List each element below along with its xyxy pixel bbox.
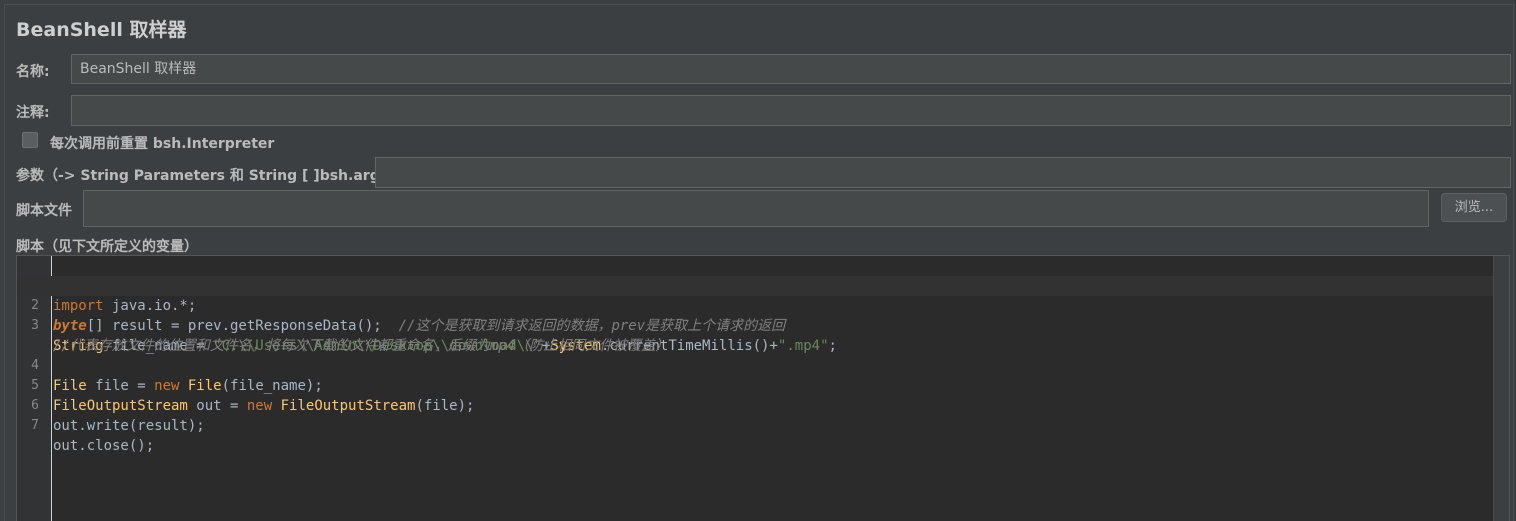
code-line: 1 import java.io.*; [17,256,1493,314]
code-line: 7 out.close(); [17,396,1493,454]
script-file-input[interactable] [83,190,1429,227]
page-title: BeanShell 取样器 [16,19,187,41]
name-input[interactable]: BeanShell 取样器 [71,54,1511,84]
code-line: 3 String file_name = "C:\\Users\\Admin\\… [17,296,1493,354]
code-line: 4 File file = new File(file_name); [17,336,1493,394]
reset-interpreter-label: 每次调用前重置 bsh.Interpreter [50,136,275,152]
name-label: 名称: [16,64,50,80]
script-editor[interactable]: 1 import java.io.*; 2 byte[] result = pr… [16,255,1510,521]
code-line-current: 2 byte[] result = prev.getResponseData()… [17,276,1493,334]
comment-label: 注释: [16,105,50,121]
code-line-wrapped: //代表存放文件的位置和文件名，将每次下载的文件都重命名，后缀为mp4（防止相同… [17,316,1493,354]
code-token: out.write(result); [53,418,205,434]
browse-button[interactable]: 浏览... [1441,193,1507,222]
beanshell-sampler-panel: BeanShell 取样器 名称: BeanShell 取样器 注释: 每次调用… [0,0,1516,521]
code-token: out.close(); [53,438,155,454]
comment-input[interactable] [71,95,1511,126]
reset-interpreter-checkbox[interactable] [22,132,38,148]
code-line: 6 out.write(result); [17,376,1493,434]
script-file-label: 脚本文件 [16,203,72,219]
code-line: 5 FileOutputStream out = new FileOutputS… [17,356,1493,414]
parameters-label: 参数（-> String Parameters 和 String [ ]bsh.… [16,168,403,184]
vertical-scrollbar[interactable] [1493,256,1509,521]
script-label: 脚本（见下文所定义的变量） [16,239,198,255]
parameters-input[interactable] [375,157,1511,188]
line-number: 7 [31,418,39,433]
